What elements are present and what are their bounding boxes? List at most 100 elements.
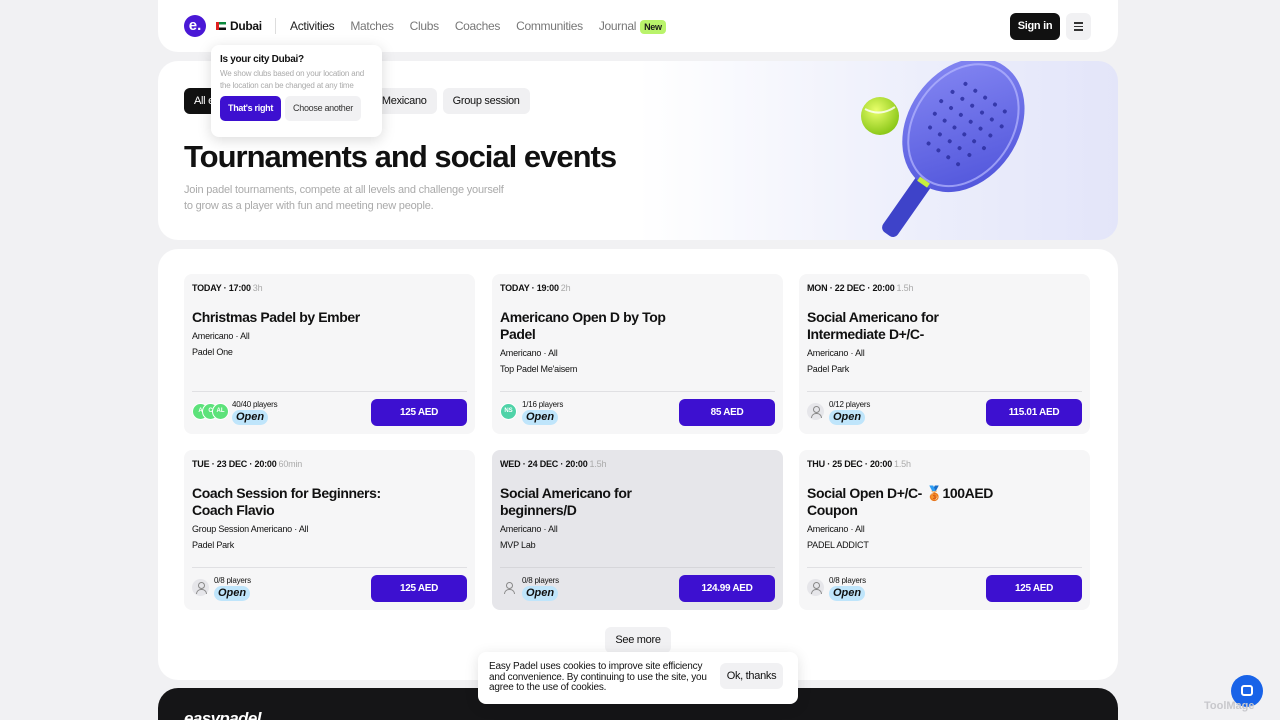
event-format: Americano · All bbox=[192, 331, 250, 341]
status-badge: Open bbox=[829, 586, 866, 601]
event-format: Americano · All bbox=[500, 348, 558, 358]
player-avatar: AL bbox=[212, 403, 229, 420]
page-title: Tournaments and social events bbox=[184, 139, 617, 174]
event-duration: 1.5h bbox=[589, 459, 607, 469]
event-card[interactable]: TODAY · 17:00 3h Christmas Padel by Ember… bbox=[184, 274, 475, 434]
event-datetime: WED · 24 DEC · 20:00 1.5h bbox=[500, 459, 606, 469]
event-time: THU · 25 DEC · 20:00 bbox=[807, 459, 893, 469]
event-format: Americano · All bbox=[807, 524, 865, 534]
city-selector[interactable]: Dubai bbox=[216, 19, 262, 33]
book-price-button[interactable]: 115.01 AED bbox=[986, 399, 1082, 426]
event-club: PADEL ADDICT bbox=[807, 540, 869, 550]
event-card[interactable]: TUE · 23 DEC · 20:00 60min Coach Session … bbox=[184, 450, 475, 610]
player-avatar: NS bbox=[500, 403, 517, 420]
event-club: MVP Lab bbox=[500, 540, 536, 550]
event-time: WED · 24 DEC · 20:00 bbox=[500, 459, 588, 469]
status-badge: Open bbox=[522, 410, 559, 425]
status-badge: Open bbox=[522, 586, 559, 601]
player-count: 40/40 players bbox=[232, 400, 278, 409]
popover-title: Is your city Dubai? bbox=[220, 54, 304, 65]
event-duration: 3h bbox=[252, 283, 263, 293]
divider bbox=[192, 391, 467, 392]
padel-racket-illustration bbox=[861, 61, 1025, 237]
event-club: Top Padel Me'aisem bbox=[500, 364, 578, 374]
nav-communities[interactable]: Communities bbox=[516, 19, 583, 33]
book-price-button[interactable]: 85 AED bbox=[679, 399, 775, 426]
event-club: Padel Park bbox=[807, 364, 850, 374]
new-badge: New bbox=[640, 20, 666, 34]
nav-coaches[interactable]: Coaches bbox=[455, 19, 501, 33]
status-badge: Open bbox=[829, 410, 866, 425]
city-confirm-popover: Is your city Dubai? We show clubs based … bbox=[211, 45, 382, 137]
nav-activities[interactable]: Activities bbox=[290, 19, 335, 33]
nav-clubs[interactable]: Clubs bbox=[410, 19, 439, 33]
event-card[interactable]: WED · 24 DEC · 20:00 1.5h Social American… bbox=[492, 450, 783, 610]
empty-avatar-icon bbox=[807, 579, 824, 596]
event-datetime: MON · 22 DEC · 20:00 1.5h bbox=[807, 283, 913, 293]
event-club: Padel One bbox=[192, 347, 233, 357]
filter-group-session[interactable]: Group session bbox=[442, 88, 530, 114]
book-price-button[interactable]: 125 AED bbox=[986, 575, 1082, 602]
event-duration: 60min bbox=[278, 459, 303, 469]
divider bbox=[500, 391, 775, 392]
divider bbox=[807, 567, 1082, 568]
status-badge: Open bbox=[214, 586, 251, 601]
cookie-text: Easy Padel uses cookies to improve site … bbox=[489, 661, 707, 693]
hamburger-menu-icon[interactable] bbox=[1066, 13, 1091, 40]
sign-in-button[interactable]: Sign in bbox=[1010, 13, 1060, 40]
player-count: 0/8 players bbox=[214, 576, 251, 585]
event-time: TODAY · 17:00 bbox=[192, 283, 251, 293]
event-card[interactable]: TODAY · 19:00 2h Americano Open D by Top … bbox=[492, 274, 783, 434]
divider bbox=[807, 391, 1082, 392]
popover-text: We show clubs based on your location and… bbox=[220, 69, 364, 90]
event-title: Social Americano for beginners/D bbox=[500, 485, 632, 518]
event-duration: 1.5h bbox=[896, 283, 914, 293]
event-title: Social Open D+/C- 🥉100AED Coupon bbox=[807, 485, 993, 518]
event-club: Padel Park bbox=[192, 540, 235, 550]
book-price-button[interactable]: 124.99 AED bbox=[679, 575, 775, 602]
confirm-city-button[interactable]: That's right bbox=[220, 96, 282, 121]
divider bbox=[500, 567, 775, 568]
book-price-button[interactable]: 125 AED bbox=[371, 399, 467, 426]
logo[interactable]: e. bbox=[184, 15, 206, 37]
empty-avatar-icon bbox=[192, 579, 209, 596]
main-nav: Activities Matches Clubs Coaches Communi… bbox=[290, 19, 666, 34]
player-count: 0/8 players bbox=[522, 576, 559, 585]
choose-another-city-button[interactable]: Choose another bbox=[285, 96, 361, 121]
player-count: 0/8 players bbox=[829, 576, 866, 585]
event-format: Americano · All bbox=[500, 524, 558, 534]
event-datetime: TUE · 23 DEC · 20:00 60min bbox=[192, 459, 302, 469]
event-title: Coach Session for Beginners: Coach Flavi… bbox=[192, 485, 381, 518]
event-datetime: TODAY · 19:00 2h bbox=[500, 283, 571, 293]
nav-matches[interactable]: Matches bbox=[350, 19, 394, 33]
player-count: 1/16 players bbox=[522, 400, 564, 409]
divider bbox=[275, 18, 276, 34]
empty-avatar-icon bbox=[807, 403, 824, 420]
city-label: Dubai bbox=[230, 19, 262, 33]
footer-logo[interactable]: easypadel bbox=[184, 709, 261, 720]
nav-journal-label: Journal bbox=[598, 19, 637, 33]
event-title: Americano Open D by Top Padel bbox=[500, 309, 666, 342]
event-card[interactable]: MON · 22 DEC · 20:00 1.5h Social American… bbox=[799, 274, 1090, 434]
event-title: Social Americano for Intermediate D+/C- bbox=[807, 309, 939, 342]
event-title: Christmas Padel by Ember bbox=[192, 309, 360, 325]
divider bbox=[192, 567, 467, 568]
page-description: Join padel tournaments, compete at all l… bbox=[184, 184, 504, 212]
event-format: Group Session Americano · All bbox=[192, 524, 309, 534]
book-price-button[interactable]: 125 AED bbox=[371, 575, 467, 602]
accept-cookies-button[interactable]: Ok, thanks bbox=[720, 663, 783, 689]
nav-journal[interactable]: Journal New bbox=[598, 19, 666, 34]
event-datetime: THU · 25 DEC · 20:00 1.5h bbox=[807, 459, 911, 469]
uae-flag-icon bbox=[216, 22, 226, 30]
status-badge: Open bbox=[232, 410, 269, 425]
event-duration: 2h bbox=[560, 283, 571, 293]
player-count: 0/12 players bbox=[829, 400, 871, 409]
event-time: TODAY · 19:00 bbox=[500, 283, 559, 293]
empty-avatar-icon bbox=[500, 579, 517, 596]
watermark: ToolMage bbox=[1204, 700, 1255, 712]
events-panel: TODAY · 17:00 3h Christmas Padel by Ember… bbox=[158, 249, 1118, 680]
event-duration: 1.5h bbox=[894, 459, 911, 469]
cookie-banner: Easy Padel uses cookies to improve site … bbox=[478, 652, 798, 704]
event-card[interactable]: THU · 25 DEC · 20:00 1.5h Social Open D+/… bbox=[799, 450, 1090, 610]
see-more-button[interactable]: See more bbox=[605, 627, 671, 653]
